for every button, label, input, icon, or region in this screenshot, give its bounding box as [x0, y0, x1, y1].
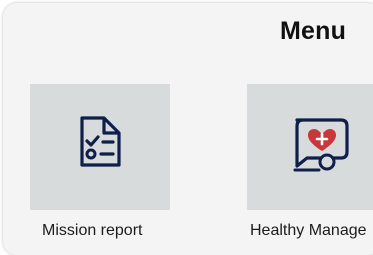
- menu-tile-mission-report[interactable]: [30, 84, 170, 210]
- page-title: Menu: [280, 17, 347, 45]
- menu-tile-label-mission-report[interactable]: Mission report: [42, 222, 142, 240]
- menu-tile-healthy-manage[interactable]: [247, 84, 373, 210]
- menu-screen: Menu Mission report Healthy Manage: [3, 3, 373, 255]
- health-chat-icon: [293, 118, 349, 172]
- clipboard-checklist-icon: [80, 116, 121, 167]
- menu-tile-label-healthy-manage[interactable]: Healthy Manage: [250, 222, 367, 240]
